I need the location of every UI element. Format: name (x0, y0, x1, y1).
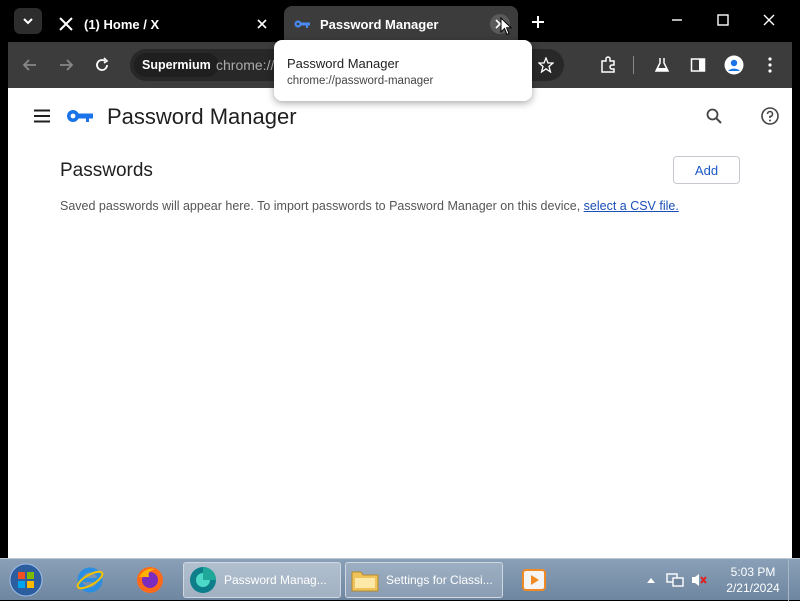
puzzle-icon (601, 56, 615, 73)
help-button[interactable] (758, 104, 782, 128)
tab-password-manager[interactable]: Password Manager (284, 6, 518, 42)
section-title: Passwords (60, 160, 153, 181)
main-menu-button[interactable] (30, 104, 54, 128)
help-icon (761, 107, 779, 125)
labs-button[interactable] (648, 51, 676, 79)
empty-state-text: Saved passwords will appear here. To imp… (60, 199, 679, 213)
extensions-button[interactable] (594, 51, 622, 79)
close-icon (763, 14, 775, 26)
close-icon (257, 19, 267, 29)
tab-home-x[interactable]: (1) Home / X (48, 6, 280, 42)
hover-card-title: Password Manager (287, 56, 399, 71)
minimize-button[interactable] (654, 6, 700, 34)
add-password-button[interactable]: Add (673, 156, 740, 184)
media-player-icon[interactable] (514, 562, 554, 598)
page-title: Password Manager (107, 104, 297, 129)
search-icon (706, 108, 722, 124)
show-hidden-icons-arrow-icon[interactable] (642, 571, 660, 589)
avatar-icon (724, 55, 744, 75)
taskbar-item-browser[interactable]: Password Manag... (183, 562, 341, 598)
task-label: Settings for Classi... (386, 573, 493, 587)
search-button[interactable] (702, 104, 726, 128)
clock-time: 5:03 PM (730, 565, 776, 579)
vertical-dots-icon (768, 57, 772, 73)
url-text[interactable]: chrome:// (216, 57, 274, 73)
internet-explorer-icon[interactable] (70, 562, 110, 598)
minimize-icon (672, 19, 682, 21)
network-icon[interactable] (666, 571, 684, 589)
page-content: Password Manager Passwords Add Saved pas… (8, 88, 792, 558)
hover-card-url: chrome://password-manager (287, 75, 434, 87)
windows-logo-icon (9, 563, 43, 597)
select-csv-link[interactable]: select a CSV file. (584, 199, 679, 213)
taskbar: Password Manag... Settings for Classi...… (0, 558, 800, 601)
show-desktop-button[interactable] (788, 559, 800, 601)
browser-window: (1) Home / X Password Manager Supermium … (8, 0, 792, 558)
firefox-icon[interactable] (130, 562, 170, 598)
site-chip[interactable]: Supermium (134, 53, 219, 77)
tab-title: Password Manager (320, 16, 439, 32)
reload-icon (96, 57, 109, 71)
tab-title: (1) Home / X (84, 16, 160, 32)
flask-icon (654, 58, 670, 72)
chevron-down-icon (23, 18, 33, 25)
x-logo-icon (58, 16, 74, 32)
toolbar-separator (633, 56, 634, 74)
side-panel-icon (690, 58, 706, 72)
close-window-button[interactable] (746, 6, 792, 34)
browser-icon (188, 565, 218, 595)
task-label: Password Manag... (224, 573, 327, 587)
plus-icon (532, 16, 544, 28)
forward-arrow-icon (60, 59, 74, 71)
maximize-button[interactable] (700, 6, 746, 34)
clock-date: 2/21/2024 (726, 581, 780, 595)
reload-button[interactable] (88, 51, 116, 79)
tab-strip: (1) Home / X Password Manager (8, 0, 792, 42)
tab-search-button[interactable] (14, 8, 42, 34)
bookmark-star-icon[interactable] (534, 53, 558, 77)
key-icon (294, 16, 310, 32)
tab-close-button[interactable] (252, 14, 272, 34)
folder-icon (350, 565, 380, 595)
system-clock[interactable]: 5:03 PM 2/21/2024 (718, 564, 788, 596)
back-button[interactable] (16, 51, 44, 79)
taskbar-item-settings[interactable]: Settings for Classi... (345, 562, 503, 598)
hamburger-icon (34, 109, 50, 123)
mouse-cursor-icon (500, 16, 513, 41)
back-arrow-icon (22, 59, 36, 71)
side-panel-button[interactable] (684, 51, 712, 79)
password-manager-logo-icon (66, 106, 94, 126)
browser-menu-button[interactable] (756, 51, 784, 79)
maximize-icon (717, 14, 729, 26)
start-button[interactable] (6, 562, 46, 598)
volume-muted-icon[interactable] (690, 571, 708, 589)
new-tab-button[interactable] (526, 10, 550, 34)
profile-button[interactable] (720, 51, 748, 79)
tab-hover-card: Password Manager chrome://password-manag… (274, 40, 532, 101)
empty-state-message: Saved passwords will appear here. To imp… (60, 199, 584, 213)
forward-button[interactable] (52, 51, 80, 79)
